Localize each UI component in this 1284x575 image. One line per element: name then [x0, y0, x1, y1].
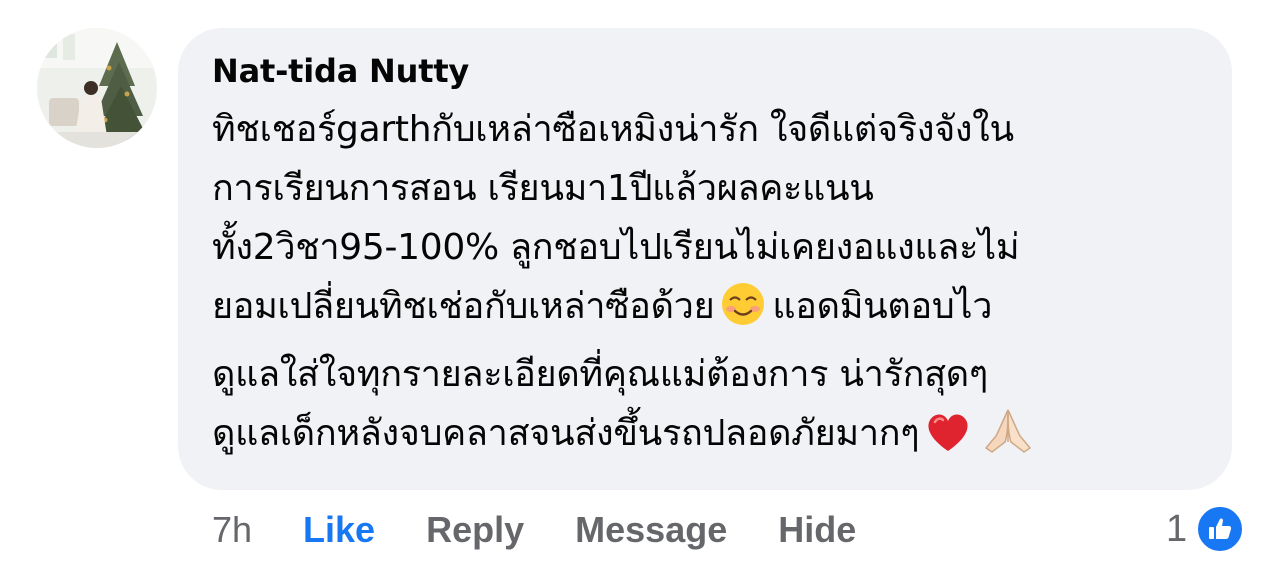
- red-heart-icon: [925, 410, 971, 472]
- comment: Nat-tida Nutty ทิชเชอร์garthกับเหล่าซือเ…: [0, 0, 1284, 575]
- reaction-count: 1: [1166, 507, 1188, 550]
- comment-line: ยอมเปลี่ยนทิชเช่อกับเหล่าซือด้วย แอดมินตอ…: [212, 277, 1200, 345]
- reply-button[interactable]: Reply: [426, 509, 524, 551]
- folded-hands-icon: [983, 406, 1033, 472]
- comment-line: ดูแลเด็กหลังจบคลาสจนส่งขึ้นรถปลอดภัยมากๆ: [212, 404, 1200, 472]
- author-name[interactable]: Nat-tida Nutty: [212, 50, 1200, 92]
- avatar-photo: [37, 28, 157, 148]
- comment-actions: 7h Like Reply Message Hide: [212, 505, 907, 555]
- reaction-summary[interactable]: 1: [1166, 503, 1246, 555]
- comment-line-text: ยอมเปลี่ยนทิชเช่อกับเหล่าซือด้วย: [212, 286, 715, 327]
- comment-line: ทั้ง2วิชา95-100% ลูกชอบไปเรียนไม่เคยงอแง…: [212, 227, 1020, 268]
- comment-line-text: แอดมินตอบไว: [772, 286, 993, 327]
- comment-bubble: Nat-tida Nutty ทิชเชอร์garthกับเหล่าซือเ…: [178, 28, 1232, 490]
- comment-body: ทิชเชอร์garthกับเหล่าซือเหมิงน่ารัก ใจดี…: [212, 100, 1200, 472]
- timestamp[interactable]: 7h: [212, 509, 252, 551]
- thumbs-up-icon: [1195, 504, 1246, 554]
- avatar[interactable]: [37, 28, 157, 148]
- smiling-face-icon: [720, 281, 766, 345]
- comment-line: การเรียนการสอน เรียนมา1ปีแล้วผลคะแนน: [212, 168, 874, 209]
- like-button[interactable]: Like: [303, 509, 375, 551]
- hide-button[interactable]: Hide: [778, 509, 856, 551]
- comment-line: ดูแลใส่ใจทุกรายละเอียดที่คุณแม่ต้องการ น…: [212, 354, 988, 395]
- comment-line: ทิชเชอร์garthกับเหล่าซือเหมิงน่ารัก ใจดี…: [212, 109, 1014, 150]
- message-button[interactable]: Message: [575, 509, 727, 551]
- comment-line-text: ดูแลเด็กหลังจบคลาสจนส่งขึ้นรถปลอดภัยมากๆ: [212, 413, 920, 454]
